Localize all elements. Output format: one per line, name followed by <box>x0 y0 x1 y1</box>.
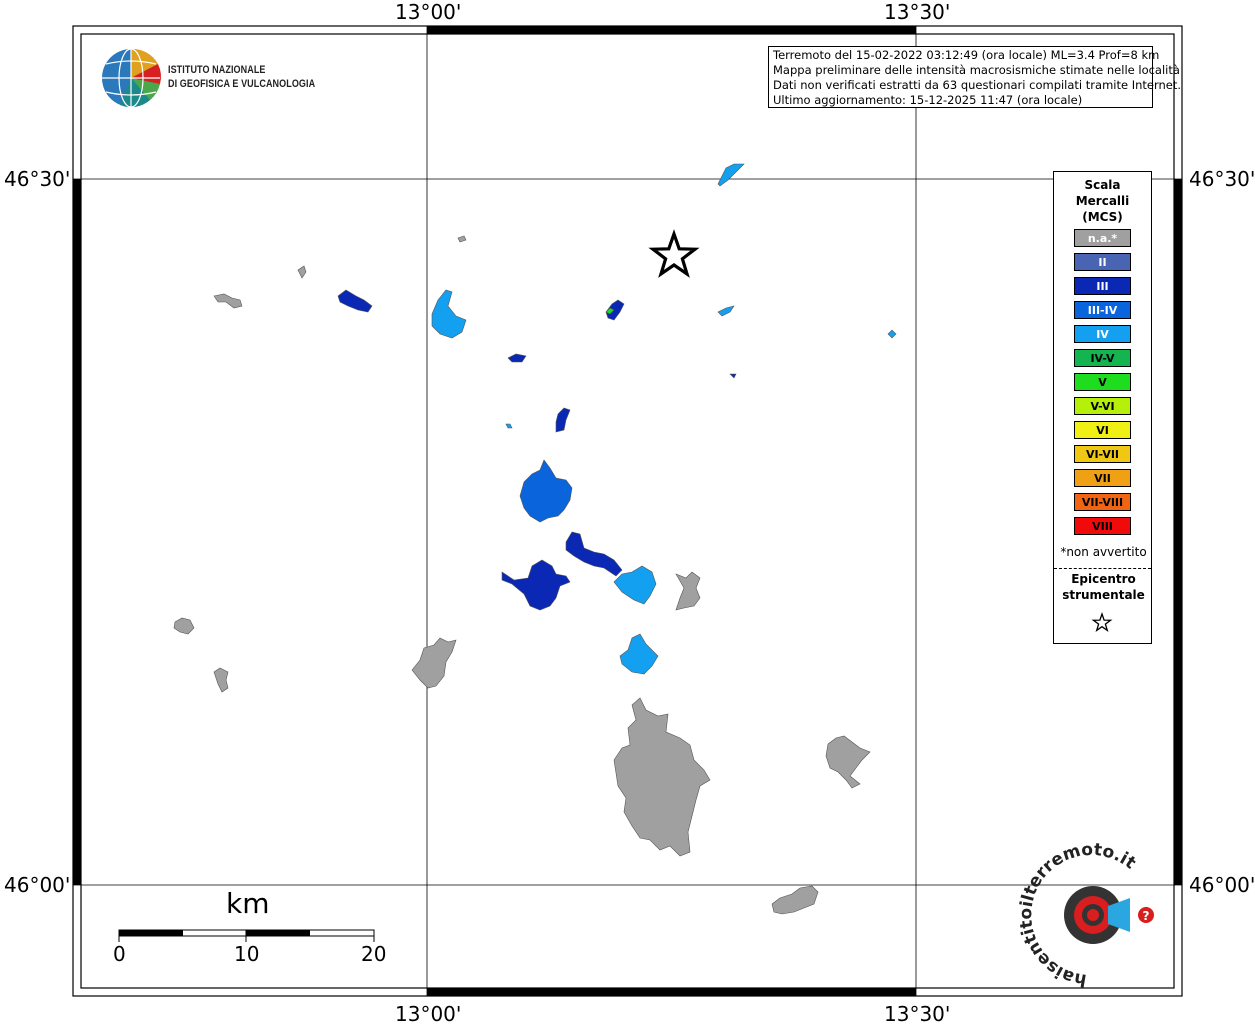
info-line1: Terremoto del 15-02-2022 03:12:49 (ora l… <box>773 48 1160 62</box>
scale-unit: km <box>226 887 270 920</box>
ingv-line1: ISTITUTO NAZIONALE <box>168 64 266 76</box>
lat-label-right-bottom: 46°00' <box>1189 873 1255 897</box>
legend-title-line2: Mercalli <box>1075 194 1130 208</box>
municipality-iii <box>337 289 373 313</box>
lat-label-left-top: 46°30' <box>4 167 71 191</box>
lat-label-left-bottom: 46°00' <box>4 873 71 897</box>
lon-label-bottom-right: 13°30' <box>884 1002 951 1026</box>
municipality-iii <box>501 559 571 611</box>
info-line4: Ultimo aggiornamento: 15-12-2025 11:47 (… <box>773 93 1083 107</box>
lon-label-bottom-left: 13°00' <box>395 1002 462 1026</box>
municipality-iv <box>887 329 897 339</box>
scale-tick-0: 0 <box>113 942 126 966</box>
lon-label-top-left: 13°00' <box>395 0 462 24</box>
municipality-iii <box>565 531 623 577</box>
legend-item: IV <box>1074 325 1131 343</box>
legend-star-icon <box>1091 612 1113 633</box>
legend-item: V-VI <box>1074 397 1131 415</box>
legend-item: IV-V <box>1074 349 1131 367</box>
legend-item: VII-VIII <box>1074 493 1131 511</box>
lon-label-top-right: 13°30' <box>884 0 951 24</box>
municipality-na <box>213 667 229 693</box>
legend-title: Scala Mercalli (MCS) <box>1054 177 1151 225</box>
legend-epicenter-line2: strumentale <box>1062 588 1145 602</box>
info-line3: Dati non verificati estratti da 63 quest… <box>773 78 1182 92</box>
municipality-iv <box>431 289 467 339</box>
svg-text:?: ? <box>1143 909 1150 923</box>
epicenter-star <box>648 229 700 278</box>
municipality-iv <box>717 163 745 187</box>
municipality-na <box>297 265 307 279</box>
municipality-iii <box>507 353 527 363</box>
legend-epicenter-line1: Epicentro <box>1071 572 1136 586</box>
legend-item: VI <box>1074 421 1131 439</box>
scale-bar <box>118 929 375 942</box>
legend-item: V <box>1074 373 1131 391</box>
mcs-legend: Scala Mercalli (MCS) n.a.* II III III-IV IV I… <box>1053 171 1152 644</box>
municipality-iii-iv <box>519 459 573 523</box>
legend-note: *non avvertito <box>1060 545 1147 559</box>
scale-tick-10: 10 <box>234 942 260 966</box>
municipality-iv <box>505 423 513 429</box>
municipality-iii <box>555 407 571 433</box>
municipality-na <box>825 735 871 789</box>
legend-item: III-IV <box>1074 301 1131 319</box>
municipality-iv <box>619 633 659 675</box>
municipality-na <box>411 637 457 689</box>
lat-label-right-top: 46°30' <box>1189 167 1255 191</box>
legend-item: VI-VII <box>1074 445 1131 463</box>
municipality-na <box>213 293 243 309</box>
ingv-logo-text: ISTITUTO NAZIONALE DI GEOFISICA E VULCAN… <box>168 63 315 91</box>
hsit-logo-icon: ? haisentitoilterremoto.it <box>1016 840 1154 990</box>
legend-divider <box>1054 568 1151 569</box>
municipality-na <box>457 235 467 243</box>
municipality-iii <box>729 373 737 379</box>
municipality-iv <box>717 305 735 317</box>
ingv-line2: DI GEOFISICA E VULCANOLOGIA <box>168 78 316 90</box>
legend-title-line1: Scala <box>1084 178 1121 192</box>
legend-epicenter-label: Epicentro strumentale <box>1054 571 1153 603</box>
municipality-na <box>771 885 819 915</box>
legend-item: n.a.* <box>1074 229 1131 247</box>
legend-item: II <box>1074 253 1131 271</box>
info-line2: Mappa preliminare delle intensità macros… <box>773 63 1180 77</box>
municipality-na <box>675 571 701 611</box>
municipality-na <box>613 697 711 857</box>
scale-tick-20: 20 <box>361 942 387 966</box>
municipality-na <box>173 617 195 635</box>
legend-item: VII <box>1074 469 1131 487</box>
ingv-logo-icon <box>102 48 161 108</box>
event-info-box: Terremoto del 15-02-2022 03:12:49 (ora l… <box>768 46 1182 108</box>
legend-item: VIII <box>1074 517 1131 535</box>
legend-item: III <box>1074 277 1131 295</box>
legend-title-line3: (MCS) <box>1082 210 1123 224</box>
